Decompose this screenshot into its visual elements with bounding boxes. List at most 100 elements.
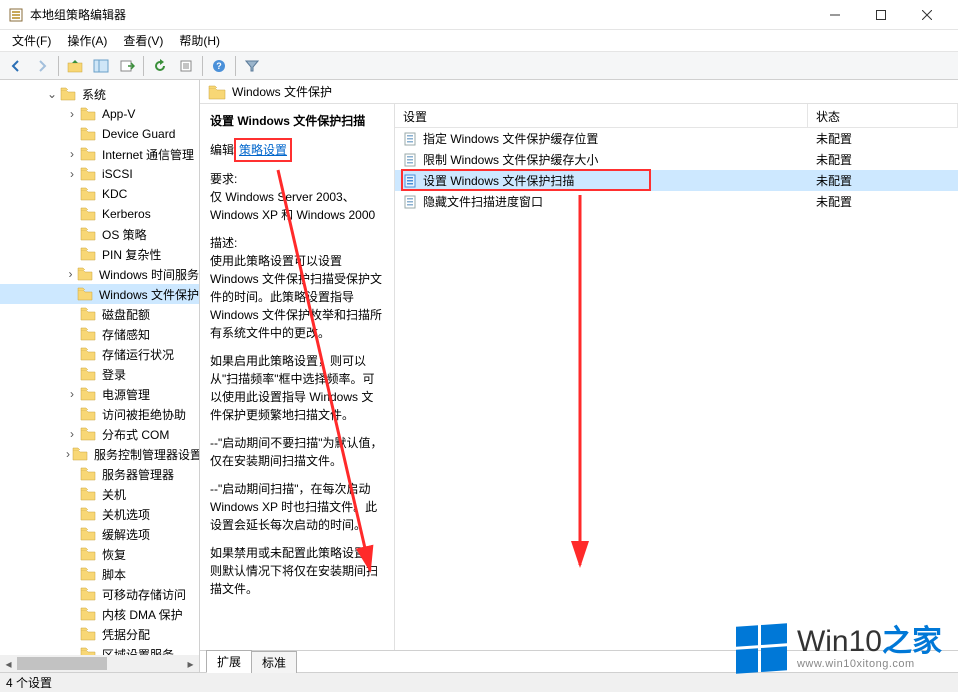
chevron-down-icon[interactable]: ⌄: [46, 87, 58, 101]
chevron-right-icon[interactable]: ›: [66, 107, 78, 121]
column-setting[interactable]: 设置: [395, 104, 808, 127]
tree-item[interactable]: 区域设置服务: [0, 644, 199, 655]
description-p1: 使用此策略设置可以设置 Windows 文件保护扫描受保护文件的时间。此策略设置…: [210, 254, 382, 340]
menubar: 文件(F) 操作(A) 查看(V) 帮助(H): [0, 30, 958, 52]
tree-item[interactable]: ›服务控制管理器设置: [0, 444, 199, 464]
tree-item[interactable]: 关机: [0, 484, 199, 504]
tab-extended[interactable]: 扩展: [206, 650, 252, 673]
folder-icon: [80, 527, 96, 541]
menu-view[interactable]: 查看(V): [115, 30, 171, 51]
up-button[interactable]: [63, 54, 87, 78]
description-p4: --"启动期间扫描"，在每次启动 Windows XP 时也扫描文件。此设置会延…: [210, 480, 384, 534]
tree-item[interactable]: ›App-V: [0, 104, 199, 124]
folder-icon: [80, 627, 96, 641]
list-row[interactable]: 设置 Windows 文件保护扫描未配置: [395, 170, 958, 191]
menu-file[interactable]: 文件(F): [4, 30, 59, 51]
help-button[interactable]: ?: [207, 54, 231, 78]
tree-item[interactable]: 存储运行状况: [0, 344, 199, 364]
tree-item[interactable]: 登录: [0, 364, 199, 384]
scrollbar-thumb[interactable]: [17, 657, 107, 670]
policy-settings-link[interactable]: 策略设置: [239, 143, 287, 157]
tree-item[interactable]: OS 策略: [0, 224, 199, 244]
horizontal-scrollbar[interactable]: ◂ ▸: [0, 655, 199, 672]
tree-item[interactable]: › 分布式 COM: [0, 424, 199, 444]
policy-icon: [403, 195, 417, 209]
back-button[interactable]: [4, 54, 28, 78]
tree-item[interactable]: 恢复: [0, 544, 199, 564]
folder-icon: [80, 387, 96, 401]
window-title: 本地组策略编辑器: [30, 6, 812, 23]
maximize-button[interactable]: [858, 0, 904, 30]
policy-icon: [403, 153, 417, 167]
main-area: ⌄ 系统 ›App-VDevice Guard›Internet 通信管理›iS…: [0, 80, 958, 672]
scroll-right-icon[interactable]: ▸: [182, 655, 199, 672]
tree-item-label: KDC: [102, 187, 127, 201]
tree[interactable]: ⌄ 系统 ›App-VDevice Guard›Internet 通信管理›iS…: [0, 80, 199, 655]
scroll-left-icon[interactable]: ◂: [0, 655, 17, 672]
chevron-right-icon[interactable]: ›: [66, 267, 75, 281]
tree-item[interactable]: 访问被拒绝协助: [0, 404, 199, 424]
tab-standard[interactable]: 标准: [251, 651, 297, 673]
description-p2: 如果启用此策略设置，则可以从"扫描频率"框中选择频率。可以使用此设置指导 Win…: [210, 352, 384, 424]
tree-item[interactable]: 缓解选项: [0, 524, 199, 544]
edit-label: 编辑: [210, 143, 234, 157]
chevron-right-icon[interactable]: ›: [66, 167, 78, 181]
tree-item[interactable]: 服务器管理器: [0, 464, 199, 484]
tree-item[interactable]: 关机选项: [0, 504, 199, 524]
tree-item-label: 脚本: [102, 566, 126, 583]
toolbar-separator: [202, 56, 203, 76]
folder-icon: [80, 367, 96, 381]
refresh-button[interactable]: [148, 54, 172, 78]
tree-root-system[interactable]: ⌄ 系统: [0, 84, 199, 104]
toolbar: ?: [0, 52, 958, 80]
tree-item[interactable]: 脚本: [0, 564, 199, 584]
filter-button[interactable]: [240, 54, 264, 78]
tree-item[interactable]: 存储感知: [0, 324, 199, 344]
folder-icon: [80, 487, 96, 501]
list-row[interactable]: 指定 Windows 文件保护缓存位置未配置: [395, 128, 958, 149]
tree-item[interactable]: KDC: [0, 184, 199, 204]
tree-item[interactable]: › Windows 时间服务: [0, 264, 199, 284]
tree-item[interactable]: 可移动存储访问: [0, 584, 199, 604]
minimize-button[interactable]: [812, 0, 858, 30]
tree-item[interactable]: 内核 DMA 保护: [0, 604, 199, 624]
menu-help[interactable]: 帮助(H): [171, 30, 228, 51]
list-row[interactable]: 隐藏文件扫描进度窗口未配置: [395, 191, 958, 212]
list-rows[interactable]: 指定 Windows 文件保护缓存位置未配置限制 Windows 文件保护缓存大…: [395, 128, 958, 650]
tree-item[interactable]: ›Internet 通信管理: [0, 144, 199, 164]
tree-item[interactable]: ›iSCSI: [0, 164, 199, 184]
menu-action[interactable]: 操作(A): [59, 30, 115, 51]
tree-item-label: 磁盘配额: [102, 306, 150, 323]
column-status[interactable]: 状态: [808, 104, 958, 127]
chevron-right-icon[interactable]: ›: [66, 147, 78, 161]
toolbar-separator: [235, 56, 236, 76]
tree-item-label: Windows 时间服务: [99, 266, 199, 283]
chevron-right-icon[interactable]: ›: [66, 447, 70, 461]
show-hide-console-tree-button[interactable]: [89, 54, 113, 78]
folder-icon: [80, 107, 96, 121]
app-icon: [8, 7, 24, 23]
tree-item-label: 登录: [102, 366, 126, 383]
export-list-button[interactable]: [115, 54, 139, 78]
properties-button[interactable]: [174, 54, 198, 78]
folder-icon: [80, 187, 96, 201]
list-header: 设置 状态: [395, 104, 958, 128]
tree-item-label: 分布式 COM: [102, 426, 169, 443]
toolbar-separator: [143, 56, 144, 76]
tree-item[interactable]: Kerberos: [0, 204, 199, 224]
close-button[interactable]: [904, 0, 950, 30]
tree-item[interactable]: 凭据分配: [0, 624, 199, 644]
tree-item[interactable]: Device Guard: [0, 124, 199, 144]
list-row-label: 隐藏文件扫描进度窗口: [423, 193, 543, 210]
forward-button[interactable]: [30, 54, 54, 78]
tree-item[interactable]: ›电源管理: [0, 384, 199, 404]
tree-item-label: 缓解选项: [102, 526, 150, 543]
list-row[interactable]: 限制 Windows 文件保护缓存大小未配置: [395, 149, 958, 170]
tree-item[interactable]: 磁盘配额: [0, 304, 199, 324]
folder-icon: [80, 167, 96, 181]
tree-item[interactable]: PIN 复杂性: [0, 244, 199, 264]
tree-item[interactable]: Windows 文件保护: [0, 284, 199, 304]
description-p3: --"启动期间不要扫描"为默认值，仅在安装期间扫描文件。: [210, 434, 384, 470]
chevron-right-icon[interactable]: ›: [66, 427, 78, 441]
chevron-right-icon[interactable]: ›: [66, 387, 78, 401]
